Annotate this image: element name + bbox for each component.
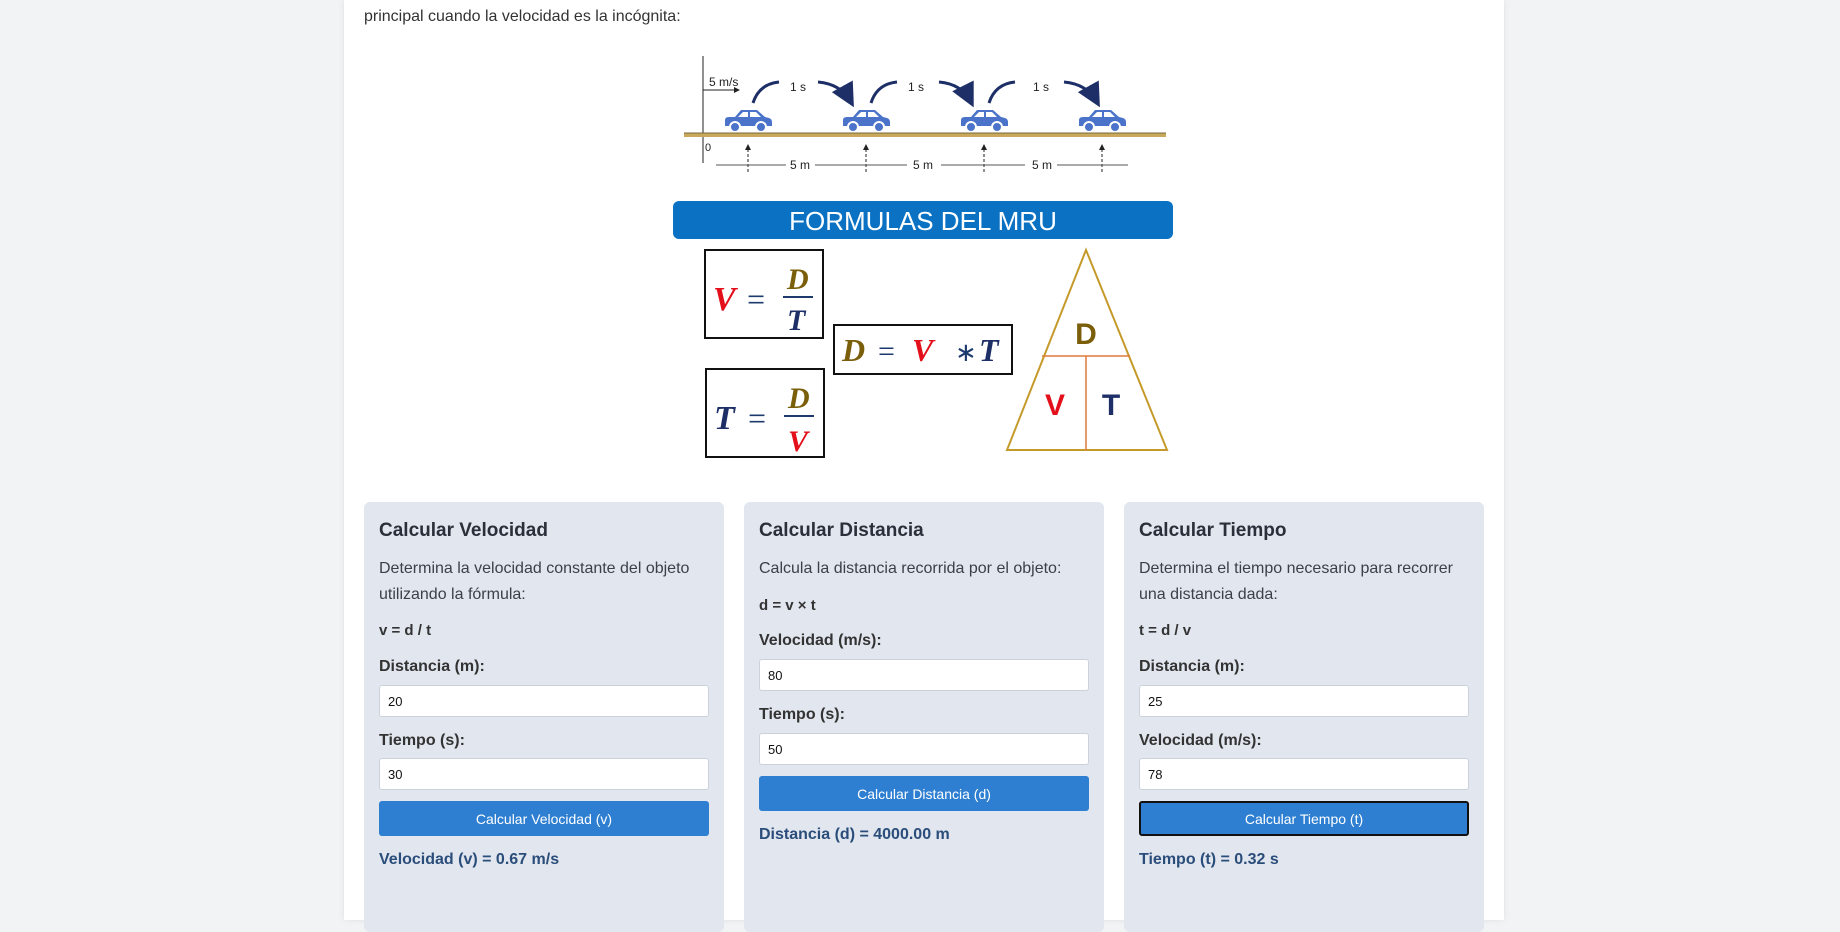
time-label: 1 s (908, 80, 924, 94)
distance-label: 5 m (913, 158, 933, 172)
distance-result: Distancia (d) = 4000.00 m (759, 826, 950, 843)
time-calculator-card: Calcular Tiempo Determina el tiempo nece… (1124, 502, 1484, 932)
distance-formula-box: D = V ∗ T (833, 324, 1013, 375)
velocity-card-title: Calcular Velocidad (379, 520, 548, 541)
svg-text:=: = (748, 400, 766, 436)
calculate-time-button[interactable]: Calcular Tiempo (t) (1139, 801, 1469, 836)
time-formula-box: T = D V (705, 368, 825, 458)
content-page: principal cuando la velocidad es la incó… (344, 0, 1504, 932)
time-distance-input[interactable] (1139, 685, 1469, 717)
time-formula-den: V (788, 425, 811, 458)
distance-formula-a: V (912, 332, 936, 368)
velocity-card-description: Determina la velocidad constante del obj… (379, 560, 690, 603)
distance-label: 5 m (1032, 158, 1052, 172)
time-label: 1 s (790, 80, 806, 94)
mru-triangle: D V T (1005, 247, 1169, 451)
velocity-distance-input[interactable] (379, 685, 709, 717)
svg-text:=: = (878, 335, 895, 368)
distance-velocity-input[interactable] (759, 659, 1089, 691)
car-icon (1078, 109, 1127, 132)
time-distance-label: Distancia (m): (1139, 658, 1245, 675)
time-formula-lhs: T (714, 400, 736, 437)
distance-card-description: Calcula la distancia recorrida por el ob… (759, 560, 1062, 577)
time-label: 1 s (1033, 80, 1049, 94)
time-card-description: Determina el tiempo necesario para recor… (1139, 560, 1453, 603)
time-card-formula: t = d / v (1139, 622, 1192, 639)
velocity-formula-den: T (787, 304, 807, 337)
velocity-card-formula: v = d / t (379, 622, 432, 639)
calculate-velocity-button[interactable]: Calcular Velocidad (v) (379, 801, 709, 836)
car-icon (842, 109, 891, 132)
velocity-result: Velocidad (v) = 0.67 m/s (379, 851, 560, 868)
distance-formula-op: ∗ (955, 338, 977, 368)
time-velocity-label: Velocidad (m/s): (1139, 732, 1262, 749)
distance-velocity-label: Velocidad (m/s): (759, 632, 882, 649)
time-velocity-input[interactable] (1139, 758, 1469, 790)
velocity-time-input[interactable] (379, 758, 709, 790)
velocity-formula-num: D (786, 263, 809, 296)
car-icon (724, 109, 773, 132)
distance-calculator-card: Calcular Distancia Calcula la distancia … (744, 502, 1104, 932)
speed-label: 5 m/s (709, 75, 738, 89)
distance-label: 5 m (790, 158, 810, 172)
velocity-formula-box: V = D T (704, 249, 824, 339)
time-formula-num: D (787, 382, 810, 415)
velocity-formula-lhs: V (713, 281, 738, 318)
svg-text:=: = (747, 281, 765, 317)
velocity-distance-label: Distancia (m): (379, 658, 485, 675)
intro-text: principal cuando la velocidad es la incó… (364, 8, 681, 25)
distance-time-label: Tiempo (s): (759, 706, 845, 723)
velocity-calculator-card: Calcular Velocidad Determina la velocida… (364, 502, 724, 932)
car-icon (960, 109, 1009, 132)
calculate-distance-button[interactable]: Calcular Distancia (d) (759, 776, 1089, 811)
time-card-title: Calcular Tiempo (1139, 520, 1287, 541)
velocity-time-label: Tiempo (s): (379, 732, 465, 749)
mru-formulas-figure: FORMULAS DEL MRU V = D T T = D V D = V ∗… (673, 201, 1173, 458)
origin-label: 0 (705, 142, 711, 154)
distance-formula-lhs: D (841, 332, 865, 368)
distance-time-input[interactable] (759, 733, 1089, 765)
mru-motion-diagram: 5 m/s 0 1 s 1 s 1 s 5 m 5 m 5 m (684, 56, 1166, 172)
distance-card-title: Calcular Distancia (759, 520, 924, 541)
triangle-left: V (1045, 389, 1065, 422)
distance-formula-b: T (979, 332, 1000, 368)
formulas-banner-title: FORMULAS DEL MRU (789, 206, 1057, 236)
time-result: Tiempo (t) = 0.32 s (1139, 851, 1279, 868)
triangle-top: D (1075, 318, 1097, 351)
triangle-right: T (1102, 389, 1120, 422)
distance-card-formula: d = v × t (759, 597, 816, 614)
